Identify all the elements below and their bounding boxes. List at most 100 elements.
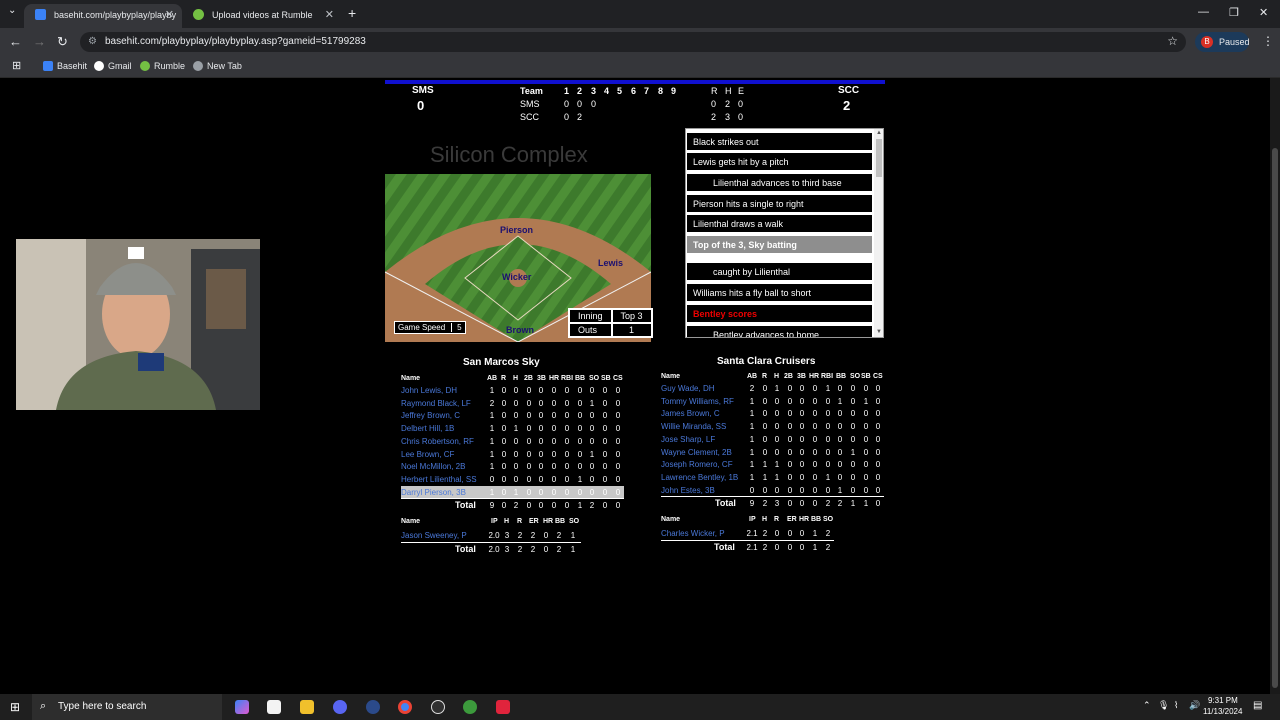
batter-name-link[interactable]: Joseph Romero, CF <box>661 460 733 469</box>
batter-name-link[interactable]: John Lewis, DH <box>401 386 457 395</box>
batting-column-header: CS <box>613 375 623 382</box>
apps-grid-icon[interactable]: ⊞ <box>12 59 21 72</box>
batting-column-header: RBI <box>821 373 834 380</box>
batting-stat: 0 <box>513 462 519 472</box>
batter-name-link[interactable]: Darryl Pierson, 3B <box>401 488 466 497</box>
batter-name-link[interactable]: Noel McMillon, 2B <box>401 462 465 471</box>
batting-stat: 0 <box>749 485 755 495</box>
batter-name-link[interactable]: Delbert Hill, 1B <box>401 424 454 433</box>
close-tab-icon[interactable]: ✕ <box>165 8 174 21</box>
obs-icon[interactable] <box>431 700 445 714</box>
batting-stat: 0 <box>774 485 780 495</box>
batter-name-link[interactable]: Wayne Clement, 2B <box>661 448 732 457</box>
batter-name-link[interactable]: John Estes, 3B <box>661 486 715 495</box>
batter-name-link[interactable]: Lawrence Bentley, 1B <box>661 473 738 482</box>
address-bar[interactable]: ⚙ basehit.com/playbyplay/playbyplay.asp?… <box>80 32 1186 52</box>
rhe-header: R <box>711 86 718 96</box>
tray-chevron-icon[interactable]: ⌃ <box>1143 700 1151 711</box>
scrollbar-thumb[interactable] <box>1272 148 1278 688</box>
inning-score: 0 <box>564 99 570 109</box>
batting-stat: 0 <box>564 487 570 497</box>
network-icon[interactable]: ⌇ <box>1174 700 1178 711</box>
batter-name-link[interactable]: Raymond Black, LF <box>401 399 471 408</box>
batting-column-header: BB <box>575 375 586 382</box>
bookmark-basehit[interactable]: Basehit <box>43 61 87 71</box>
copilot-icon[interactable] <box>235 700 249 714</box>
batting-total: 0 <box>615 501 621 510</box>
chrome-icon[interactable] <box>398 700 412 714</box>
game-speed-control[interactable]: Game Speed 5 <box>394 321 466 334</box>
rhe-header: E <box>738 86 745 96</box>
batter-name-link[interactable]: Herbert Lilienthal, SS <box>401 475 477 484</box>
inning-header: 6 <box>631 86 637 96</box>
app-icon[interactable] <box>496 700 510 714</box>
discord-icon[interactable] <box>333 700 347 714</box>
maximize-button[interactable]: ❐ <box>1229 6 1239 19</box>
page-scrollbar[interactable] <box>1270 78 1280 694</box>
batting-total: 3 <box>774 499 780 508</box>
bookmark-new-tab[interactable]: New Tab <box>193 61 242 71</box>
tab-search-chevron-icon[interactable]: ⌄ <box>8 5 16 16</box>
app-icon[interactable] <box>366 700 380 714</box>
file-explorer-icon[interactable] <box>300 700 314 714</box>
batting-stat: 0 <box>799 472 805 482</box>
minimize-button[interactable]: — <box>1198 6 1209 18</box>
batter-name-link[interactable]: Jeffrey Brown, C <box>401 411 460 420</box>
pitcher-name-link[interactable]: Charles Wicker, P <box>661 529 725 538</box>
scroll-down-arrow-icon[interactable]: ▼ <box>876 329 882 335</box>
store-icon[interactable] <box>267 700 281 714</box>
scroll-up-arrow-icon[interactable]: ▲ <box>876 130 882 136</box>
app-icon[interactable] <box>463 700 477 714</box>
bookmark-star-icon[interactable]: ☆ <box>1167 34 1178 48</box>
notifications-icon[interactable]: ▤ <box>1253 700 1262 711</box>
batter-name-link[interactable]: Guy Wade, DH <box>661 384 715 393</box>
inning-header: 3 <box>591 86 597 96</box>
batting-column-header: H <box>774 373 780 380</box>
bookmark-gmail[interactable]: Gmail <box>94 61 132 71</box>
game-speed-value[interactable]: 5 <box>451 323 462 332</box>
pitching-column-header: ER <box>787 516 797 523</box>
taskbar-search[interactable]: ⌕ Type here to search <box>32 694 222 720</box>
menu-dots-icon[interactable]: ⋮ <box>1262 34 1274 48</box>
basehit-favicon-icon <box>35 9 46 20</box>
batter-name-link[interactable]: James Brown, C <box>661 409 720 418</box>
new-tab-button[interactable]: + <box>348 5 356 21</box>
batting-stat: 0 <box>863 485 869 495</box>
batting-stat: 0 <box>774 434 780 444</box>
batting-column-header: AB <box>747 373 758 380</box>
batter-name-link[interactable]: Willie Miranda, SS <box>661 422 726 431</box>
pbp-scrollbar[interactable]: ▲ ▼ <box>874 129 883 337</box>
batting-column-header: SO <box>850 373 861 380</box>
site-info-icon[interactable]: ⚙ <box>88 36 97 47</box>
batter-name-link[interactable]: Lee Brown, CF <box>401 450 454 459</box>
play-by-play-log[interactable]: Black strikes out Lewis gets hit by a pit… <box>685 128 884 338</box>
close-window-button[interactable]: ✕ <box>1259 6 1268 19</box>
pbp-scrollbar-thumb[interactable] <box>876 139 882 177</box>
pitcher-name-link[interactable]: Jason Sweeney, P <box>401 531 467 540</box>
batter-name-link[interactable]: Jose Sharp, LF <box>661 435 715 444</box>
windows-start-icon[interactable]: ⊞ <box>10 700 20 714</box>
profile-button[interactable]: B Paused <box>1195 32 1250 52</box>
batting-column-header: R <box>501 375 507 382</box>
batting-stat: 0 <box>513 386 519 395</box>
batter-name-link[interactable]: Tommy Williams, RF <box>661 397 734 406</box>
batting-column-header: RBI <box>561 375 574 382</box>
pitching-total: 0 <box>799 543 805 552</box>
back-arrow-icon[interactable]: ← <box>9 34 22 49</box>
batting-column-header: Name <box>661 373 681 380</box>
clock-time[interactable]: 9:31 PM <box>1208 696 1238 705</box>
close-tab-icon[interactable]: ✕ <box>325 8 334 21</box>
batting-stat: 0 <box>577 398 583 408</box>
batting-stat: 1 <box>489 411 495 421</box>
batting-stat: 0 <box>589 436 595 446</box>
microphone-icon[interactable]: 🎙 <box>1158 700 1169 711</box>
tab-rumble[interactable]: Upload videos at Rumble ✕ <box>182 4 342 28</box>
tab-basehit[interactable]: basehit.com/playbyplay/playby ✕ <box>24 4 182 28</box>
bookmark-rumble[interactable]: Rumble <box>140 61 185 71</box>
batter-name-link[interactable]: Chris Robertson, RF <box>401 437 474 446</box>
reload-icon[interactable]: ↻ <box>57 34 68 50</box>
forward-arrow-icon[interactable]: → <box>33 34 46 49</box>
batting-stat: 0 <box>538 462 544 472</box>
volume-icon[interactable]: 🔊 <box>1189 700 1200 711</box>
clock-date[interactable]: 11/13/2024 <box>1203 707 1242 716</box>
